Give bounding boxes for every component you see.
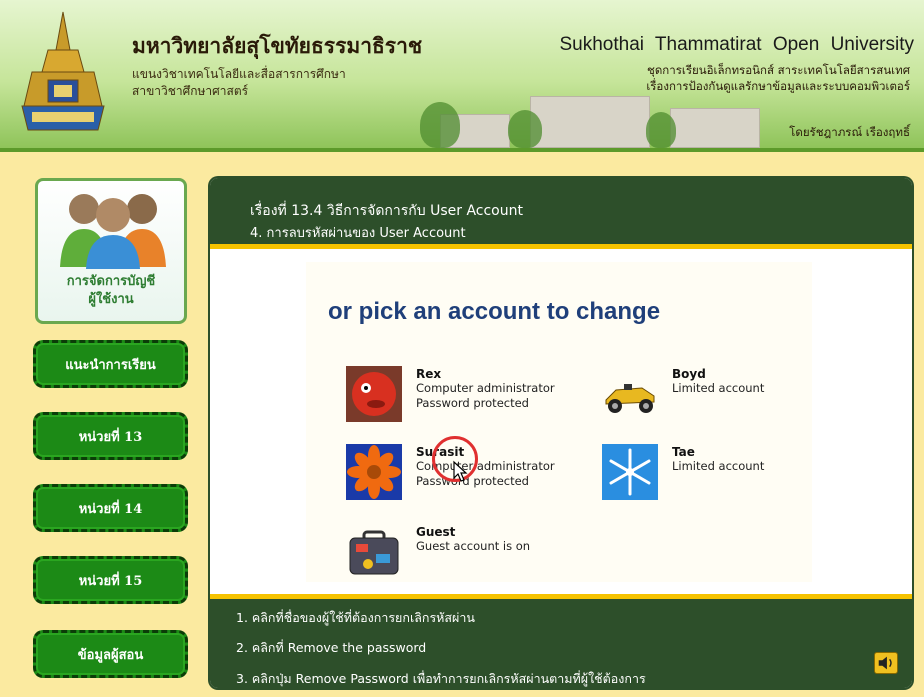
instruction-step-1: 1. คลิกที่ชื่อของผู้ใช้ที่ต้องการยกเลิกร… (236, 610, 475, 625)
header-divider (210, 244, 912, 249)
instruction-step-3: 3. คลิกปุ่ม Remove Password เพื่อทำการยก… (236, 671, 646, 686)
account-type: Limited account (672, 381, 765, 395)
department-line: แขนงวิชาเทคโนโลยีและสื่อสารการศึกษา (132, 67, 346, 81)
university-emblem (21, 11, 105, 131)
site-header: มหาวิทยาลัยสุโขทัยธรรมาธิราช แขนงวิชาเทค… (0, 0, 924, 152)
account-type: Computer administrator (416, 381, 555, 395)
suitcase-icon (349, 530, 399, 575)
speaker-icon[interactable] (874, 652, 898, 674)
user-accounts-label: การจัดการบัญชี ผู้ใช้งาน (66, 274, 156, 307)
account-password-status: Password protected (416, 396, 529, 410)
account-boyd[interactable]: Boyd Limited account (602, 366, 802, 424)
thai-university-name: มหาวิทยาลัยสุโขทัยธรรมาธิราช (132, 33, 423, 58)
orange-flower-icon (346, 444, 402, 500)
account-guest[interactable]: Guest Guest account is on (346, 524, 566, 582)
lesson-panel: เรื่องที่ 13.4 วิธีการจัดการกับ User Acc… (210, 178, 912, 688)
red-fish-icon (346, 366, 402, 422)
series-line-2: เรื่องการป้องกันดูแลรักษาข้อมูลและระบบคอ… (646, 79, 910, 93)
user-accounts-card[interactable]: การจัดการบัญชี ผู้ใช้งาน (35, 178, 187, 324)
english-university-name: Sukhothai Thammatirat Open University (559, 34, 914, 55)
nav-unit-14-button[interactable]: หน่วยที่ 14 (33, 484, 188, 532)
mouse-cursor-icon (453, 460, 468, 482)
account-name: Rex (416, 367, 442, 381)
account-name: Tae (672, 445, 695, 459)
race-car-icon (605, 384, 655, 413)
department-info: แขนงวิชาเทคโนโลยีและสื่อสารการศึกษา สาขา… (132, 66, 346, 100)
lesson-topic: เรื่องที่ 13.4 วิธีการจัดการกับ User Acc… (250, 203, 523, 219)
account-name: Guest (416, 525, 456, 539)
nav-instructor-info-button[interactable]: ข้อมูลผู้สอน (33, 630, 188, 678)
account-password-status: Password protected (416, 474, 529, 488)
series-line-1: ชุดการเรียนอิเล็กทรอนิกส์ สาระเทคโนโลยีส… (647, 63, 910, 77)
instructions-bar: 1. คลิกที่ชื่อของผู้ใช้ที่ต้องการยกเลิกร… (210, 594, 912, 688)
nav-unit-15-button[interactable]: หน่วยที่ 15 (33, 556, 188, 604)
account-picker: or pick an account to change Rex Compute… (306, 262, 812, 582)
school-line: สาขาวิชาศึกษาศาสตร์ (132, 84, 249, 98)
instruction-step-2: 2. คลิกที่ Remove the password (236, 640, 427, 655)
snowflake-icon (602, 444, 658, 500)
nav-unit-13-button[interactable]: หน่วยที่ 13 (33, 412, 188, 460)
account-status: Guest account is on (416, 539, 531, 553)
nav-intro-button[interactable]: แนะนำการเรียน (33, 340, 188, 388)
account-rex[interactable]: Rex Computer administrator Password prot… (346, 366, 566, 424)
users-group-icon (60, 194, 166, 269)
pick-account-title: or pick an account to change (328, 298, 661, 325)
footer-divider (210, 594, 912, 599)
course-series: ชุดการเรียนอิเล็กทรอนิกส์ สาระเทคโนโลยีส… (646, 62, 910, 94)
account-tae[interactable]: Tae Limited account (602, 444, 802, 502)
author-credit: โดยรัชฎาภรณ์ เรืองฤทธิ์ (789, 125, 910, 139)
account-type: Limited account (672, 459, 765, 473)
lesson-subtopic: 4. การลบรหัสผ่านของ User Account (250, 226, 466, 241)
lesson-header: เรื่องที่ 13.4 วิธีการจัดการกับ User Acc… (210, 178, 912, 249)
account-name: Boyd (672, 367, 706, 381)
